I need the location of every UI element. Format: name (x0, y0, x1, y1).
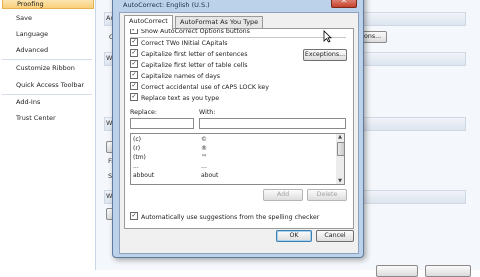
replace-label: Replace: (130, 109, 158, 116)
divider (130, 37, 346, 38)
capitalize-days-checkbox[interactable]: ✓ Capitalize names of days (130, 71, 221, 80)
replace-input[interactable] (130, 118, 194, 129)
tab-autocorrect[interactable]: AutoCorrect (124, 15, 173, 29)
checkbox-label: Replace text as you type (141, 95, 220, 102)
entry-replace: ... (133, 163, 139, 170)
entry-replace: (r) (133, 145, 141, 152)
sidebar-item-customize-ribbon[interactable]: Customize Ribbon (16, 63, 75, 74)
capitalize-sentences-checkbox[interactable]: ✓ Capitalize first letter of sentences (130, 49, 248, 58)
delete-button[interactable]: Delete (307, 189, 347, 201)
sidebar-item-advanced[interactable]: Advanced (16, 45, 48, 56)
replace-text-checkbox[interactable]: ✓ Replace text as you type (130, 93, 220, 102)
capitalize-table-cells-checkbox[interactable]: ✓ Capitalize first letter of table cells (130, 60, 248, 69)
add-button[interactable]: Add (263, 189, 303, 201)
entry-replace: (c) (133, 136, 141, 143)
list-scrollbar[interactable]: ▲ ▼ (336, 133, 345, 185)
correct-two-initial-capitals-checkbox[interactable]: ✓ Correct TWo INitial CApitals (130, 38, 228, 47)
cancel-button[interactable]: Cancel (316, 230, 354, 242)
entry-with: © (201, 136, 207, 143)
sidebar-item-save[interactable]: Save (16, 13, 32, 24)
caps-lock-checkbox[interactable]: ✓ Correct accidental use of cAPS LOCK key (130, 82, 270, 91)
sidebar-item-language[interactable]: Language (16, 29, 48, 40)
checkbox-checked-icon: ✓ (130, 212, 138, 220)
checkbox-label: Capitalize names of days (141, 73, 221, 80)
background-cancel-button[interactable] (425, 265, 471, 277)
auto-suggestions-checkbox[interactable]: ✓ Automatically use suggestions from the … (130, 212, 320, 221)
sidebar-divider (2, 59, 92, 60)
close-icon: ✕ (340, 0, 348, 5)
checkbox-checked-icon: ✓ (130, 49, 138, 57)
entry-replace: (tm) (133, 154, 146, 161)
checkbox-checked-icon: ✓ (130, 82, 138, 90)
checkbox-label: Capitalize first letter of sentences (141, 51, 248, 58)
scroll-down-icon[interactable]: ▼ (336, 178, 344, 184)
checkbox-label: Capitalize first letter of table cells (141, 62, 248, 69)
entry-with: ® (201, 145, 207, 152)
with-input[interactable] (199, 118, 346, 129)
list-item[interactable]: abbout about (131, 172, 337, 179)
checkbox-checked-icon: ✓ (130, 93, 138, 101)
list-item[interactable]: (r) ® (131, 145, 337, 152)
checkbox-label: Correct accidental use of cAPS LOCK key (141, 84, 270, 91)
checkbox-checked-icon: ✓ (130, 38, 138, 46)
checkbox-checked-icon: ✓ (130, 71, 138, 79)
with-label: With: (199, 109, 216, 116)
checkbox-label: Correct TWo INitial CApitals (141, 40, 228, 47)
close-button[interactable]: ✕ (331, 0, 357, 8)
scrollbar-thumb[interactable] (337, 142, 345, 156)
sidebar-item-proofing[interactable]: Proofing (2, 0, 94, 9)
background-ok-button[interactable] (376, 265, 418, 277)
checkbox-label: Show AutoCorrect Options buttons (141, 28, 250, 35)
list-item[interactable]: (tm) ™ (131, 154, 337, 161)
entry-with: about (201, 172, 219, 179)
entry-with: … (201, 163, 207, 170)
scroll-up-icon[interactable]: ▲ (336, 134, 344, 140)
autocorrect-options-button-label: ons... (364, 33, 382, 40)
checkbox-label: Automatically use suggestions from the s… (141, 214, 320, 221)
sidebar-item-trust-center[interactable]: Trust Center (16, 113, 56, 124)
dialog-body: AutoCorrect AutoFormat As You Type ✓ Show… (119, 12, 359, 254)
list-item[interactable]: ... … (131, 163, 337, 170)
autocorrect-entries-list[interactable]: (c) © (r) ® (tm) ™ ... … abbout about (130, 133, 338, 185)
entry-with: ™ (201, 154, 207, 161)
entry-replace: abbout (133, 172, 155, 179)
sidebar-item-add-ins[interactable]: Add-Ins (16, 97, 40, 108)
options-sidebar: Proofing Save Language Advanced Customiz… (0, 0, 96, 270)
dialog-title: AutoCorrect: English (U.S.) (123, 1, 210, 9)
checkbox-checked-icon: ✓ (130, 60, 138, 68)
exceptions-button[interactable]: Exceptions... (303, 49, 347, 61)
mouse-pointer-icon (323, 30, 332, 43)
sidebar-item-quick-access-toolbar[interactable]: Quick Access Toolbar (16, 80, 84, 91)
ok-button[interactable]: OK (276, 230, 312, 242)
autocorrect-tab-panel: ✓ Show AutoCorrect Options buttons ✓ Corre… (124, 26, 354, 229)
list-item[interactable]: (c) © (131, 136, 337, 143)
sidebar-divider (2, 94, 92, 95)
